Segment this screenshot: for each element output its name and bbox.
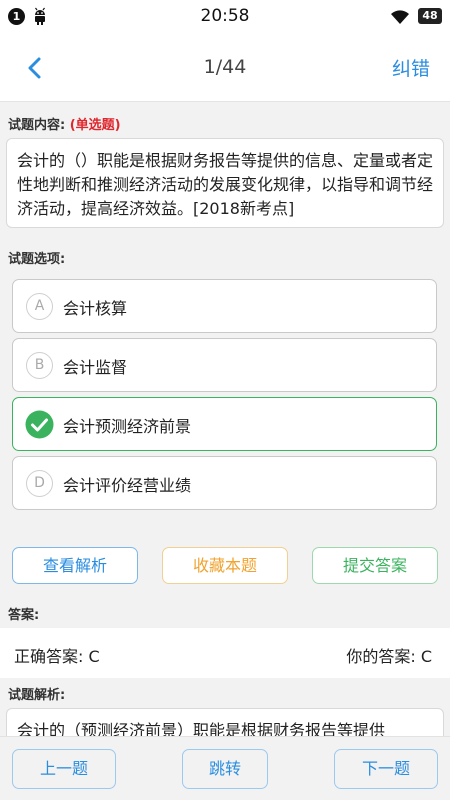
report-error-button[interactable]: 纠错 bbox=[392, 54, 430, 81]
answer-section-label: 答案: bbox=[8, 608, 40, 623]
option-letter-b: B bbox=[26, 352, 53, 379]
question-label-text: 试题内容: bbox=[8, 118, 66, 133]
question-section-label: 试题内容: (单选题) bbox=[8, 114, 121, 133]
options-section-label: 试题选项: bbox=[8, 252, 66, 267]
question-type-tag: (单选题) bbox=[69, 118, 121, 133]
nav-bar: 1/44 纠错 bbox=[0, 34, 450, 102]
clock: 20:58 bbox=[200, 6, 250, 26]
check-circle-icon bbox=[25, 410, 54, 439]
option-letter-d: D bbox=[26, 470, 53, 497]
option-b[interactable]: B 会计监督 bbox=[12, 338, 437, 392]
wifi-icon bbox=[391, 10, 409, 24]
your-answer: 你的答案: C bbox=[346, 647, 432, 666]
option-text-b: 会计监督 bbox=[63, 358, 128, 377]
status-bar: 1 20:58 48 bbox=[0, 0, 450, 34]
favorite-question-button[interactable]: 收藏本题 bbox=[162, 547, 288, 584]
next-question-button[interactable]: 下一题 bbox=[334, 749, 438, 789]
view-analysis-button[interactable]: 查看解析 bbox=[12, 547, 138, 584]
jump-button[interactable]: 跳转 bbox=[182, 749, 268, 789]
bottom-nav-bar: 上一题 跳转 下一题 bbox=[0, 736, 450, 800]
option-d[interactable]: D 会计评价经营业绩 bbox=[12, 456, 437, 510]
battery-indicator: 48 bbox=[418, 8, 442, 24]
option-text-a: 会计核算 bbox=[63, 299, 128, 318]
submit-answer-button[interactable]: 提交答案 bbox=[312, 547, 438, 584]
question-progress: 1/44 bbox=[203, 56, 247, 78]
option-letter-a: A bbox=[26, 293, 53, 320]
option-text-c: 会计预测经济前景 bbox=[63, 417, 192, 436]
previous-question-button[interactable]: 上一题 bbox=[12, 749, 116, 789]
answer-row: 正确答案: C 你的答案: C bbox=[0, 628, 450, 678]
analysis-section-label: 试题解析: bbox=[8, 688, 66, 703]
option-a[interactable]: A 会计核算 bbox=[12, 279, 437, 333]
option-c[interactable]: 会计预测经济前景 bbox=[12, 397, 437, 451]
option-text-d: 会计评价经营业绩 bbox=[63, 476, 192, 495]
correct-answer: 正确答案: C bbox=[14, 647, 100, 666]
question-text: 会计的（）职能是根据财务报告等提供的信息、定量或者定性地判断和推测经济活动的发展… bbox=[6, 138, 444, 228]
